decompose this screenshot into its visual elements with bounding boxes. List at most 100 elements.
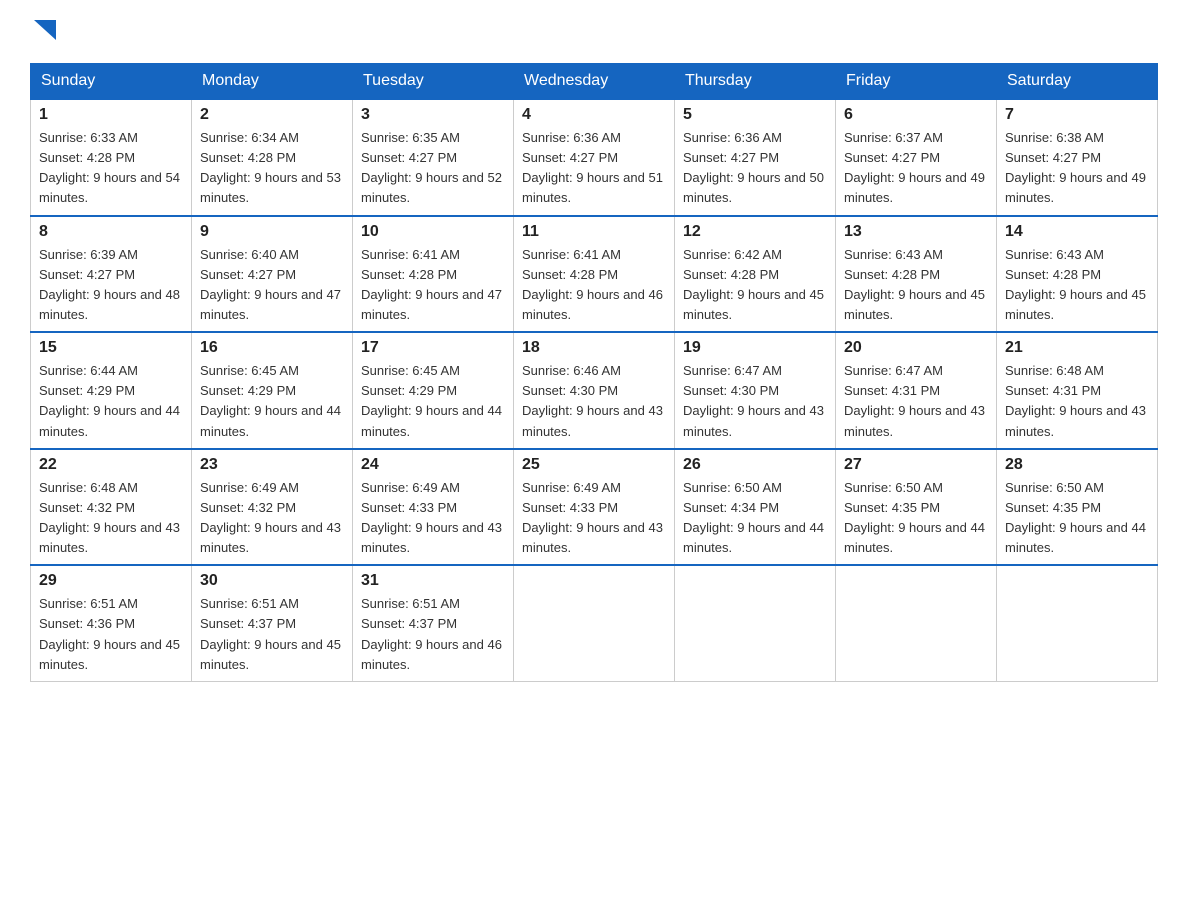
calendar-cell: 22 Sunrise: 6:48 AMSunset: 4:32 PMDayligh… [31, 449, 192, 566]
day-info: Sunrise: 6:40 AMSunset: 4:27 PMDaylight:… [200, 245, 344, 326]
day-number: 28 [1005, 456, 1149, 474]
week-row-5: 29Sunrise: 6:51 AMSunset: 4:36 PMDayligh… [31, 565, 1158, 681]
calendar-cell: 1Sunrise: 6:33 AMSunset: 4:28 PMDaylight… [31, 99, 192, 216]
day-info: Sunrise: 6:37 AMSunset: 4:27 PMDaylight:… [844, 128, 988, 209]
day-number: 11 [522, 223, 666, 241]
calendar-cell: 19 Sunrise: 6:47 AMSunset: 4:30 PMDayligh… [675, 332, 836, 449]
logo [30, 20, 56, 45]
calendar-cell: 11 Sunrise: 6:41 AMSunset: 4:28 PMDayligh… [514, 216, 675, 333]
day-info: Sunrise: 6:35 AMSunset: 4:27 PMDaylight:… [361, 128, 505, 209]
day-number: 10 [361, 223, 505, 241]
calendar-cell: 30 Sunrise: 6:51 AMSunset: 4:37 PMDayligh… [192, 565, 353, 681]
calendar-cell: 6 Sunrise: 6:37 AMSunset: 4:27 PMDaylight… [836, 99, 997, 216]
page-header [30, 20, 1158, 45]
calendar-cell: 10 Sunrise: 6:41 AMSunset: 4:28 PMDayligh… [353, 216, 514, 333]
col-header-sunday: Sunday [31, 64, 192, 100]
day-number: 26 [683, 456, 827, 474]
day-number: 22 [39, 456, 183, 474]
day-number: 13 [844, 223, 988, 241]
day-info: Sunrise: 6:50 AMSunset: 4:35 PMDaylight:… [1005, 478, 1149, 559]
calendar-cell: 16 Sunrise: 6:45 AMSunset: 4:29 PMDayligh… [192, 332, 353, 449]
calendar-cell: 18 Sunrise: 6:46 AMSunset: 4:30 PMDayligh… [514, 332, 675, 449]
day-number: 31 [361, 572, 505, 590]
col-header-tuesday: Tuesday [353, 64, 514, 100]
calendar-cell: 23 Sunrise: 6:49 AMSunset: 4:32 PMDayligh… [192, 449, 353, 566]
day-number: 19 [683, 339, 827, 357]
day-number: 5 [683, 106, 827, 124]
day-number: 21 [1005, 339, 1149, 357]
day-info: Sunrise: 6:39 AMSunset: 4:27 PMDaylight:… [39, 245, 183, 326]
day-info: Sunrise: 6:42 AMSunset: 4:28 PMDaylight:… [683, 245, 827, 326]
calendar-cell: 13 Sunrise: 6:43 AMSunset: 4:28 PMDayligh… [836, 216, 997, 333]
day-info: Sunrise: 6:48 AMSunset: 4:31 PMDaylight:… [1005, 361, 1149, 442]
calendar-cell: 26Sunrise: 6:50 AMSunset: 4:34 PMDayligh… [675, 449, 836, 566]
calendar-cell: 5 Sunrise: 6:36 AMSunset: 4:27 PMDaylight… [675, 99, 836, 216]
day-info: Sunrise: 6:36 AMSunset: 4:27 PMDaylight:… [683, 128, 827, 209]
calendar-cell: 14Sunrise: 6:43 AMSunset: 4:28 PMDayligh… [997, 216, 1158, 333]
day-number: 6 [844, 106, 988, 124]
col-header-saturday: Saturday [997, 64, 1158, 100]
day-info: Sunrise: 6:38 AMSunset: 4:27 PMDaylight:… [1005, 128, 1149, 209]
calendar-cell [675, 565, 836, 681]
calendar-cell: 20Sunrise: 6:47 AMSunset: 4:31 PMDayligh… [836, 332, 997, 449]
day-number: 3 [361, 106, 505, 124]
day-info: Sunrise: 6:49 AMSunset: 4:32 PMDaylight:… [200, 478, 344, 559]
calendar-cell: 4 Sunrise: 6:36 AMSunset: 4:27 PMDaylight… [514, 99, 675, 216]
calendar-cell [514, 565, 675, 681]
calendar-cell: 3 Sunrise: 6:35 AMSunset: 4:27 PMDaylight… [353, 99, 514, 216]
calendar-cell: 25Sunrise: 6:49 AMSunset: 4:33 PMDayligh… [514, 449, 675, 566]
day-number: 4 [522, 106, 666, 124]
col-header-thursday: Thursday [675, 64, 836, 100]
day-info: Sunrise: 6:36 AMSunset: 4:27 PMDaylight:… [522, 128, 666, 209]
day-info: Sunrise: 6:51 AMSunset: 4:37 PMDaylight:… [200, 594, 344, 675]
day-info: Sunrise: 6:47 AMSunset: 4:31 PMDaylight:… [844, 361, 988, 442]
day-number: 18 [522, 339, 666, 357]
week-row-3: 15 Sunrise: 6:44 AMSunset: 4:29 PMDayligh… [31, 332, 1158, 449]
day-info: Sunrise: 6:43 AMSunset: 4:28 PMDaylight:… [844, 245, 988, 326]
day-info: Sunrise: 6:49 AMSunset: 4:33 PMDaylight:… [361, 478, 505, 559]
calendar-cell: 31 Sunrise: 6:51 AMSunset: 4:37 PMDayligh… [353, 565, 514, 681]
week-row-4: 22 Sunrise: 6:48 AMSunset: 4:32 PMDayligh… [31, 449, 1158, 566]
day-number: 16 [200, 339, 344, 357]
day-info: Sunrise: 6:51 AMSunset: 4:37 PMDaylight:… [361, 594, 505, 675]
calendar-cell: 9 Sunrise: 6:40 AMSunset: 4:27 PMDaylight… [192, 216, 353, 333]
day-number: 24 [361, 456, 505, 474]
calendar-cell [836, 565, 997, 681]
col-header-friday: Friday [836, 64, 997, 100]
day-info: Sunrise: 6:49 AMSunset: 4:33 PMDaylight:… [522, 478, 666, 559]
week-row-2: 8Sunrise: 6:39 AMSunset: 4:27 PMDaylight… [31, 216, 1158, 333]
col-header-wednesday: Wednesday [514, 64, 675, 100]
day-number: 15 [39, 339, 183, 357]
calendar-cell: 28 Sunrise: 6:50 AMSunset: 4:35 PMDayligh… [997, 449, 1158, 566]
day-number: 1 [39, 106, 183, 124]
logo-triangle-icon [34, 20, 56, 40]
day-info: Sunrise: 6:41 AMSunset: 4:28 PMDaylight:… [361, 245, 505, 326]
col-header-monday: Monday [192, 64, 353, 100]
day-number: 27 [844, 456, 988, 474]
calendar-cell: 7 Sunrise: 6:38 AMSunset: 4:27 PMDaylight… [997, 99, 1158, 216]
day-info: Sunrise: 6:51 AMSunset: 4:36 PMDaylight:… [39, 594, 183, 675]
day-info: Sunrise: 6:48 AMSunset: 4:32 PMDaylight:… [39, 478, 183, 559]
week-row-1: 1Sunrise: 6:33 AMSunset: 4:28 PMDaylight… [31, 99, 1158, 216]
day-info: Sunrise: 6:34 AMSunset: 4:28 PMDaylight:… [200, 128, 344, 209]
day-number: 2 [200, 106, 344, 124]
day-info: Sunrise: 6:44 AMSunset: 4:29 PMDaylight:… [39, 361, 183, 442]
calendar-cell: 15 Sunrise: 6:44 AMSunset: 4:29 PMDayligh… [31, 332, 192, 449]
calendar-cell [997, 565, 1158, 681]
day-number: 12 [683, 223, 827, 241]
day-info: Sunrise: 6:45 AMSunset: 4:29 PMDaylight:… [200, 361, 344, 442]
day-number: 9 [200, 223, 344, 241]
day-info: Sunrise: 6:41 AMSunset: 4:28 PMDaylight:… [522, 245, 666, 326]
day-info: Sunrise: 6:45 AMSunset: 4:29 PMDaylight:… [361, 361, 505, 442]
day-info: Sunrise: 6:47 AMSunset: 4:30 PMDaylight:… [683, 361, 827, 442]
calendar-cell: 21 Sunrise: 6:48 AMSunset: 4:31 PMDayligh… [997, 332, 1158, 449]
day-number: 23 [200, 456, 344, 474]
calendar-cell: 27 Sunrise: 6:50 AMSunset: 4:35 PMDayligh… [836, 449, 997, 566]
calendar-table: SundayMondayTuesdayWednesdayThursdayFrid… [30, 63, 1158, 682]
day-number: 7 [1005, 106, 1149, 124]
day-info: Sunrise: 6:46 AMSunset: 4:30 PMDaylight:… [522, 361, 666, 442]
day-number: 14 [1005, 223, 1149, 241]
calendar-cell: 24 Sunrise: 6:49 AMSunset: 4:33 PMDayligh… [353, 449, 514, 566]
day-info: Sunrise: 6:50 AMSunset: 4:35 PMDaylight:… [844, 478, 988, 559]
day-number: 30 [200, 572, 344, 590]
